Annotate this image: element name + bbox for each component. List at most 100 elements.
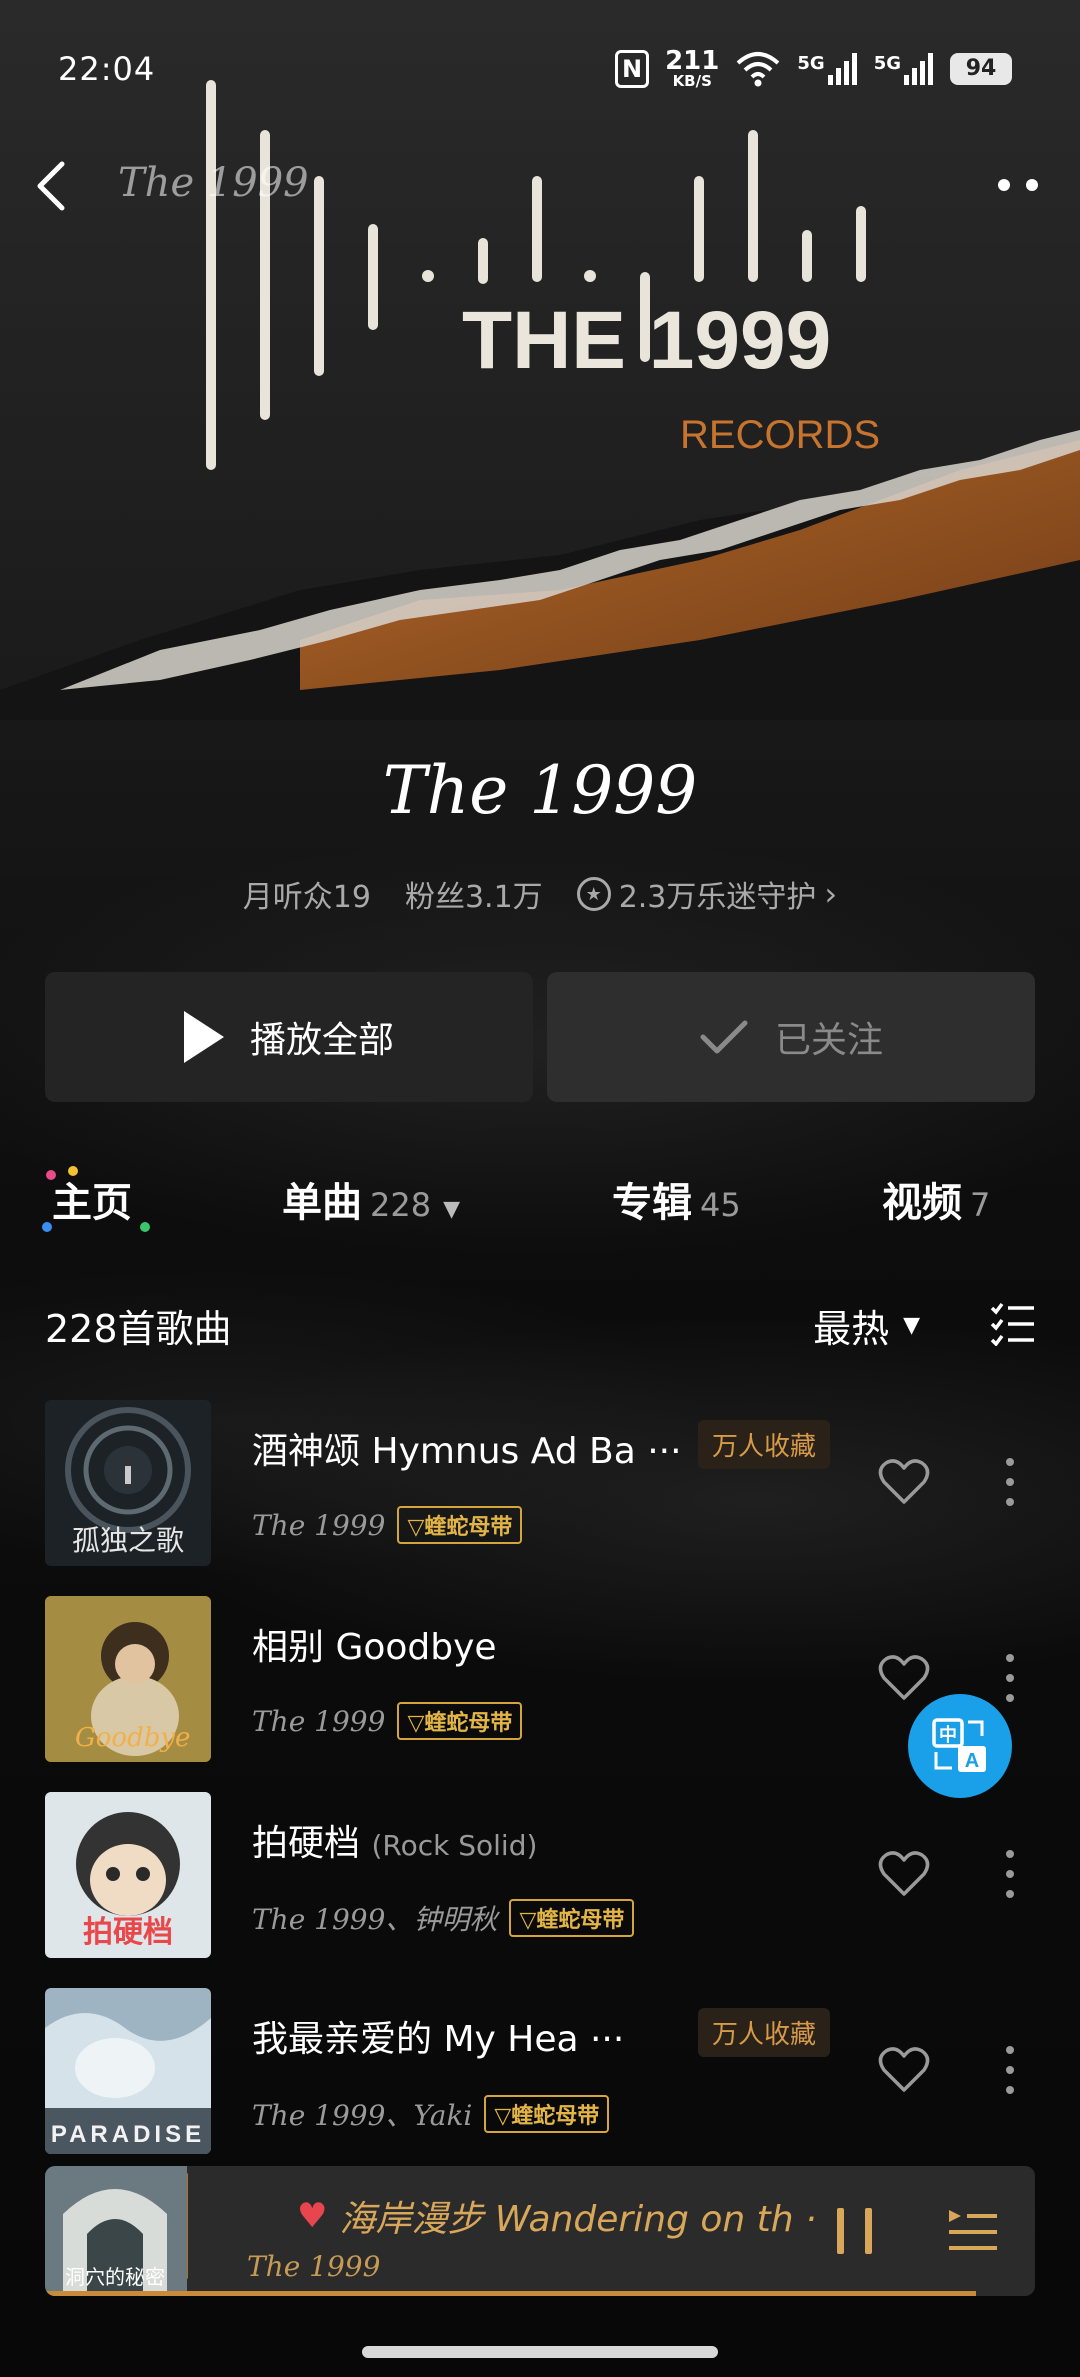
nfc-icon: N (615, 49, 650, 88)
battery-indicator: 94 (950, 52, 1012, 85)
caret-down-icon: ▼ (443, 1197, 460, 1222)
pause-icon[interactable] (833, 2206, 877, 2256)
network-speed: 211 KB/S (665, 46, 720, 90)
song-count: 228首歌曲 (45, 1307, 232, 1351)
song-meta: The 1999 ▽蝰蛇母带 (252, 1702, 523, 1740)
now-playing-cover: 洞穴的秘密 (45, 2166, 188, 2296)
mini-player[interactable]: 洞穴的秘密 ♥ 海岸漫步 Wandering on th ··· The 199… (45, 2166, 1035, 2296)
artist-name: The 1999 (382, 752, 698, 829)
check-icon (700, 1020, 748, 1054)
song-title: 拍硬档 (Rock Solid) (252, 1823, 538, 1864)
signal-5g-2: 5G (874, 52, 934, 85)
song-artist: The 1999 (252, 1704, 386, 1738)
song-more-icon[interactable] (1000, 2040, 1020, 2100)
tab-videos-count: 7 (970, 1186, 991, 1224)
quality-badge: ▽蝰蛇母带 (509, 1899, 635, 1937)
song-meta: The 1999、Yaki ▽蝰蛇母带 (252, 2094, 610, 2134)
song-cover: 拍硬档 (45, 1792, 211, 1958)
heart-outline-icon[interactable] (878, 1850, 930, 1898)
quality-badge: ▽蝰蛇母带 (397, 1702, 523, 1740)
banner-logo-sub: RECORDS (680, 413, 880, 457)
tab-albums[interactable]: 专辑 45 (612, 1170, 741, 1228)
heart-outline-icon[interactable] (878, 1458, 930, 1506)
signal-bars-icon (827, 52, 857, 85)
popular-badge: 万人收藏 (698, 2008, 831, 2057)
svg-text:洞穴的秘密: 洞穴的秘密 (65, 2265, 165, 2289)
decor-dot (46, 1170, 56, 1180)
play-all-label: 播放全部 (249, 1020, 394, 1061)
now-playing-artist: The 1999 (247, 2250, 381, 2283)
song-cover: 孤独之歌 (45, 1400, 211, 1566)
decor-dot (68, 1166, 78, 1176)
home-indicator[interactable] (362, 2346, 718, 2358)
sort-label: 最热 (813, 1307, 890, 1351)
heart-filled-icon[interactable]: ♥ (297, 2196, 327, 2236)
back-icon[interactable] (28, 158, 78, 214)
playlist-queue-icon[interactable] (945, 2206, 999, 2256)
fans-count: 粉丝3.1万 (404, 880, 543, 915)
artist-banner: THE 1999 RECORDS (0, 0, 1080, 720)
caret-down-icon: ▼ (903, 1313, 920, 1338)
song-more-icon[interactable] (1000, 1844, 1020, 1904)
translate-fab[interactable]: 中 A (908, 1694, 1012, 1798)
heart-outline-icon[interactable] (878, 2046, 930, 2094)
song-title-sub: (Rock Solid) (371, 1829, 538, 1862)
tab-singles-count: 228 (370, 1186, 432, 1224)
svg-text:中: 中 (939, 1724, 957, 1746)
song-more-icon[interactable] (1000, 1648, 1020, 1708)
song-cover: Goodbye (45, 1596, 211, 1762)
song-list-header: 228首歌曲 最热 ▼ (0, 1298, 1080, 1358)
svg-text:拍硬档: 拍硬档 (83, 1915, 173, 1950)
song-row[interactable]: 拍硬档 拍硬档 (Rock Solid) The 1999、钟明秋 ▽蝰蛇母带 (0, 1792, 1080, 1962)
now-playing-title: ♥ 海岸漫步 Wandering on th ··· (297, 2196, 817, 2240)
decor-dot (42, 1222, 52, 1232)
tab-home[interactable]: 主页 (42, 1166, 150, 1232)
fan-guard-label: 2.3万乐迷守护 (618, 880, 817, 915)
more-options-icon[interactable] (996, 170, 1040, 200)
tab-singles[interactable]: 单曲 228 ▼ (282, 1170, 460, 1228)
tab-videos[interactable]: 视频 7 (882, 1170, 990, 1228)
song-artist: The 1999、Yaki (252, 2099, 473, 2132)
nav-title: The 1999 (118, 160, 309, 206)
sort-dropdown[interactable]: 最热 ▼ (813, 1298, 920, 1353)
tab-videos-label: 视频 (882, 1180, 962, 1226)
followed-label: 已关注 (774, 1020, 883, 1061)
song-more-icon[interactable] (1000, 1452, 1020, 1512)
top-nav: The 1999 (0, 150, 1080, 220)
tab-albums-count: 45 (700, 1186, 741, 1224)
followed-button[interactable]: 已关注 (547, 972, 1035, 1102)
quality-badge: ▽蝰蛇母带 (397, 1506, 523, 1544)
status-bar: 22:04 N 211 KB/S 5G 5G 94 (0, 44, 1080, 94)
play-all-button[interactable]: 播放全部 (45, 972, 533, 1102)
translate-icon: 中 A (932, 1718, 986, 1772)
fan-guard-link[interactable]: ★ 2.3万乐迷守护 › (576, 872, 838, 916)
tab-home-label: 主页 (52, 1180, 132, 1226)
decor-dot (140, 1222, 150, 1232)
song-title: 我最亲爱的 My Hea ··· (252, 2019, 625, 2060)
song-meta: The 1999、钟明秋 ▽蝰蛇母带 (252, 1898, 635, 1938)
play-icon (183, 1011, 224, 1063)
svg-text:孤独之歌: 孤独之歌 (72, 1524, 184, 1557)
popular-badge: 万人收藏 (698, 1420, 831, 1469)
monthly-listeners: 月听众19 (242, 880, 371, 915)
multi-select-list-icon[interactable] (990, 1302, 1036, 1346)
chevron-right-icon: › (824, 875, 838, 913)
song-artist: The 1999 (252, 1508, 386, 1542)
svg-text:Goodbye: Goodbye (75, 1723, 190, 1753)
signal-bars-icon (904, 52, 933, 85)
svg-text:PARADISE: PARADISE (51, 2121, 205, 2148)
song-cover: PARADISE (45, 1988, 211, 2154)
tab-singles-label: 单曲 (282, 1180, 362, 1226)
song-meta: The 1999 ▽蝰蛇母带 (252, 1506, 523, 1544)
song-row[interactable]: PARADISE 我最亲爱的 My Hea ··· 万人收藏 The 1999、… (0, 1988, 1080, 2158)
heart-outline-icon[interactable] (878, 1654, 930, 1702)
content-tabs: 主页 单曲 228 ▼ 专辑 45 视频 7 (0, 1160, 1080, 1240)
artist-stats: 月听众19 粉丝3.1万 ★ 2.3万乐迷守护 › (0, 872, 1080, 916)
svg-text:A: A (965, 1750, 979, 1772)
song-row[interactable]: 孤独之歌 酒神颂 Hymnus Ad Ba ··· 万人收藏 The 1999 … (0, 1400, 1080, 1570)
star-badge-icon: ★ (576, 877, 611, 911)
status-time: 22:04 (58, 50, 156, 88)
quality-badge: ▽蝰蛇母带 (484, 2095, 610, 2133)
tab-albums-label: 专辑 (612, 1180, 692, 1226)
playback-progress-bar[interactable] (45, 2291, 976, 2296)
